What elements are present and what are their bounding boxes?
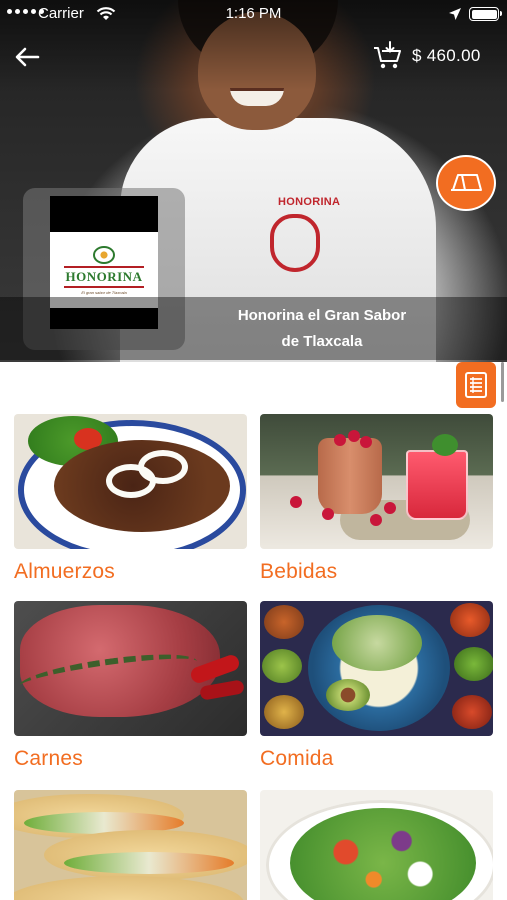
category-card-bebidas[interactable]: Bebidas [260, 414, 493, 584]
map-icon [451, 174, 482, 191]
clock: 1:16 PM [225, 5, 282, 22]
location-arrow-icon [449, 8, 461, 20]
cart-total: $ 460.00 [412, 46, 481, 65]
list-icon [465, 372, 487, 398]
category-label: Carnes [14, 747, 83, 770]
cart-download-icon [374, 41, 401, 69]
scrollbar[interactable] [501, 362, 504, 402]
battery-icon [469, 7, 502, 21]
logo-tagline: El gran sabor de Tlaxcala [81, 289, 127, 295]
category-label: Bebidas [260, 560, 338, 583]
category-image-comida [260, 601, 493, 736]
category-image-almuerzos [14, 414, 247, 549]
restaurant-name: Honorina el Gran Sabor de Tlaxcala [222, 303, 422, 355]
logo-emblem-icon [93, 245, 115, 264]
category-card-comida[interactable]: Comida [260, 601, 493, 771]
category-card-carnes[interactable]: Carnes [14, 601, 247, 771]
back-arrow-icon[interactable] [12, 44, 42, 70]
logo-wordmark: HONORINA [63, 265, 145, 288]
cart-button[interactable]: $ 460.00 [372, 40, 481, 72]
category-card-almuerzos[interactable]: Almuerzos [14, 414, 247, 584]
category-label: Comida [260, 747, 334, 770]
restaurant-name-line1: Honorina el Gran Sabor [237, 307, 407, 324]
category-card-5[interactable] [14, 790, 247, 900]
chef-jacket-brand: HONORINA [278, 196, 341, 208]
category-image-carnes [14, 601, 247, 736]
category-image-6 [260, 790, 493, 900]
category-label: Almuerzos [14, 560, 115, 583]
restaurant-name-line2: de Tlaxcala [281, 333, 363, 350]
menu-list-button[interactable] [456, 362, 496, 408]
chef-jacket-logo [270, 214, 320, 272]
restaurant-hero: HONORINA Carrier 1:16 PM $ 460.00 HONORI… [0, 0, 507, 362]
map-button[interactable] [436, 155, 496, 211]
category-card-6[interactable] [260, 790, 493, 900]
category-image-bebidas [260, 414, 493, 549]
status-bar: Carrier 1:16 PM [0, 0, 507, 30]
category-image-5 [14, 790, 247, 900]
